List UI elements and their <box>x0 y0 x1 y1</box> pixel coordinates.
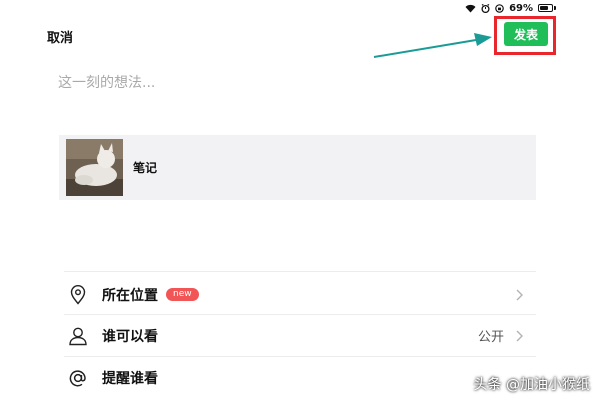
visibility-value: 公开 <box>477 330 504 345</box>
note-attachment-card[interactable]: 笔记 <box>59 135 536 200</box>
alarm-icon <box>481 3 490 13</box>
note-title: 笔记 <box>133 161 158 175</box>
thought-input[interactable] <box>58 68 528 98</box>
note-thumbnail <box>66 139 123 196</box>
publish-button[interactable]: 发表 <box>504 22 548 46</box>
chevron-right-icon <box>516 289 523 300</box>
visibility-label: 谁可以看 <box>102 328 158 345</box>
orientation-lock-icon <box>495 3 504 13</box>
status-bar: 69% <box>465 1 556 15</box>
at-sign-icon <box>66 366 90 390</box>
wifi-icon <box>465 4 476 13</box>
mention-label: 提醒谁看 <box>102 370 158 387</box>
mention-row[interactable]: 提醒谁看 <box>64 357 536 398</box>
new-badge: new <box>166 288 199 301</box>
location-label: 所在位置 <box>102 287 158 304</box>
visibility-row[interactable]: 谁可以看 公开 <box>64 315 536 356</box>
location-row[interactable]: 所在位置 new <box>64 274 536 315</box>
chevron-right-icon <box>516 330 523 341</box>
watermark: 头条 @加油小猴纸 <box>473 377 590 393</box>
cancel-button[interactable]: 取消 <box>47 27 73 46</box>
battery-icon <box>538 4 556 12</box>
location-pin-icon <box>66 283 90 307</box>
battery-percent: 69% <box>509 2 533 14</box>
divider <box>64 271 536 272</box>
person-icon <box>66 324 90 348</box>
